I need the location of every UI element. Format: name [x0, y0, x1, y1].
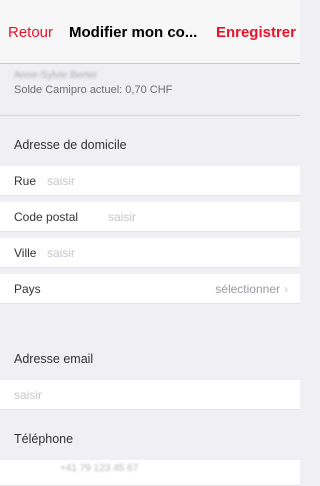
- country-label: Pays: [14, 282, 41, 296]
- street-field-row[interactable]: Rue saisir: [0, 166, 300, 196]
- section-header-email: Adresse email: [14, 352, 94, 366]
- account-balance: Solde Camipro actuel: 0,70 CHF: [14, 84, 173, 96]
- chevron-right-icon: ›: [284, 282, 288, 296]
- account-name: Anne-Sylvie Berter: [14, 70, 98, 81]
- email-input[interactable]: saisir: [14, 380, 42, 410]
- country-select-value: sélectionner: [215, 282, 280, 296]
- postal-code-label: Code postal: [14, 210, 79, 224]
- section-header-phone: Téléphone: [14, 432, 74, 446]
- navigation-bar: Retour Modifier mon co... Enregistrer: [0, 0, 300, 64]
- email-field-row[interactable]: saisir: [0, 380, 300, 410]
- section-header-home-address: Adresse de domicile: [14, 138, 127, 152]
- street-label: Rue: [14, 174, 37, 188]
- page-title: Modifier mon co...: [69, 24, 198, 41]
- phone-field-row[interactable]: +41 79 123 45 67: [0, 460, 300, 486]
- city-input[interactable]: saisir: [47, 238, 75, 268]
- country-field-row[interactable]: Pays sélectionner ›: [0, 274, 300, 304]
- postal-code-input[interactable]: saisir: [108, 202, 136, 232]
- city-field-row[interactable]: Ville saisir: [0, 238, 300, 268]
- postal-code-field-row[interactable]: Code postal saisir: [0, 202, 300, 232]
- account-summary: Anne-Sylvie Berter Solde Camipro actuel:…: [0, 64, 300, 116]
- street-input[interactable]: saisir: [47, 166, 75, 196]
- save-button[interactable]: Enregistrer: [216, 24, 296, 41]
- phone-value[interactable]: +41 79 123 45 67: [60, 454, 138, 484]
- country-select[interactable]: sélectionner ›: [215, 274, 288, 304]
- city-label: Ville: [14, 246, 37, 260]
- back-button[interactable]: Retour: [8, 24, 53, 41]
